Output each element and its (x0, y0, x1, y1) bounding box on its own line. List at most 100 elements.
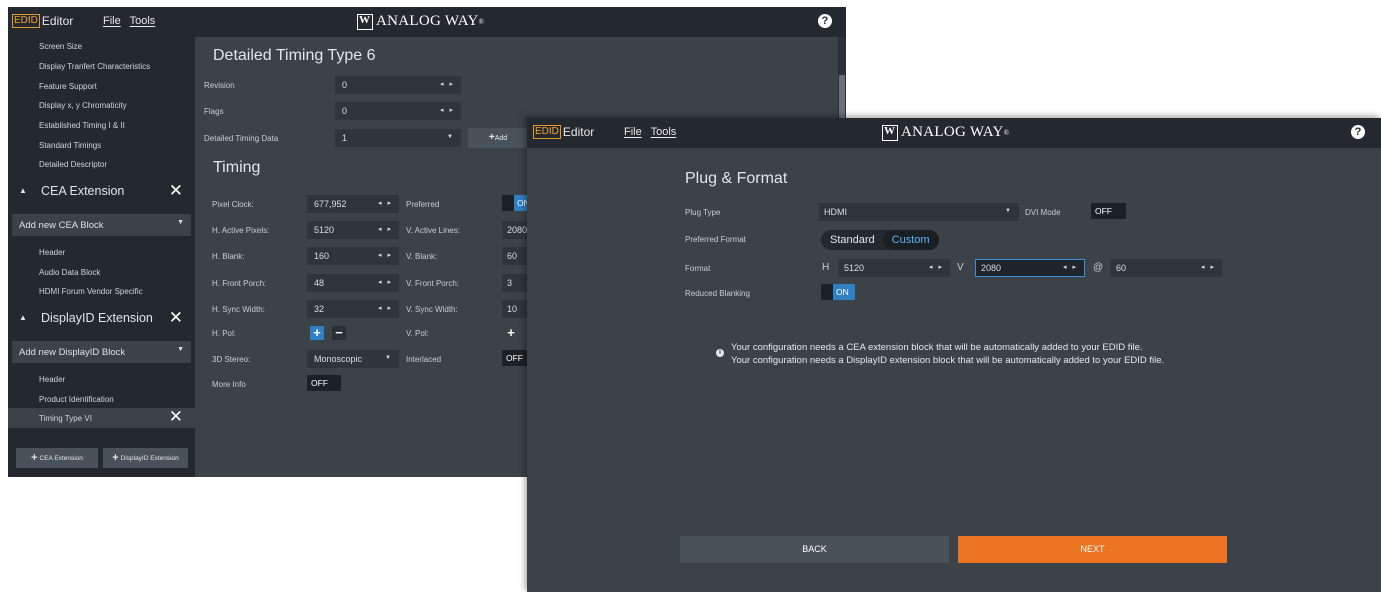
brand-registered: ® (1003, 128, 1010, 137)
pixel-clock-label: Pixel Clock: (212, 200, 254, 209)
refresh-rate-stepper[interactable]: 60 ◂ ▸ (1110, 259, 1222, 277)
flags-value: 0 (342, 106, 348, 116)
plus-icon: + (31, 452, 38, 464)
displayid-extension-section[interactable]: ▲ DisplayID Extension ✕ (8, 307, 195, 331)
stepper-arrows-icon[interactable]: ◂ ▸ (378, 278, 393, 286)
menu-file[interactable]: File (103, 15, 121, 27)
sidebar-item-established-timing[interactable]: Established Timing I & II (39, 121, 125, 130)
h-format-stepper[interactable]: 5120 ◂ ▸ (838, 259, 950, 277)
h-front-porch-value: 48 (314, 278, 325, 288)
add-displayid-block-dropdown[interactable]: Add new DisplayID Block ▼ (12, 341, 191, 363)
sidebar-item-timing-type-vi[interactable]: Timing Type VI ✕ (8, 407, 195, 428)
h-active-pixels-value: 5120 (314, 225, 335, 235)
sidebar-item-audio-data-block[interactable]: Audio Data Block (39, 268, 100, 277)
stepper-arrows-icon[interactable]: ◂ ▸ (440, 106, 455, 114)
v-active-lines-value: 2080 (507, 225, 528, 235)
sidebar-item-detailed-descriptor[interactable]: Detailed Descriptor (39, 160, 107, 169)
add-button-label: Add (494, 135, 508, 142)
stepper-arrows-icon[interactable]: ◂ ▸ (1063, 263, 1078, 271)
plus-icon: + (112, 452, 119, 464)
menu-tools[interactable]: Tools (651, 126, 677, 138)
sidebar-item-feature-support[interactable]: Feature Support (39, 82, 97, 91)
help-icon[interactable]: ? (1351, 125, 1365, 139)
close-icon[interactable]: ✕ (169, 308, 183, 328)
add-displayid-block-label: Add new DisplayID Block (19, 347, 126, 358)
close-icon[interactable]: ✕ (169, 181, 183, 201)
stepper-arrows-icon[interactable]: ◂ ▸ (378, 304, 393, 312)
menu-tools[interactable]: Tools (130, 15, 156, 27)
h-active-pixels-stepper[interactable]: 5120 ◂ ▸ (307, 221, 399, 239)
stepper-arrows-icon[interactable]: ◂ ▸ (440, 80, 455, 88)
back-button[interactable]: BACK (680, 536, 949, 563)
v-pol-plus-button[interactable]: + (504, 326, 518, 340)
page-title: Detailed Timing Type 6 (213, 47, 376, 64)
stepper-arrows-icon[interactable]: ◂ ▸ (378, 251, 393, 259)
sidebar-item-label: Timing Type VI (39, 414, 92, 423)
add-button[interactable]: +Add (468, 128, 528, 148)
pixel-clock-stepper[interactable]: 677,952 ◂ ▸ (307, 195, 399, 213)
h-pol-label: H. Pol: (212, 329, 237, 338)
refresh-rate-value: 60 (1116, 263, 1127, 273)
brand-logo: ANALOG WAY ® (882, 124, 1009, 141)
v-sync-width-value: 10 (507, 304, 518, 314)
preferred-format-segmented[interactable]: Standard Custom (821, 230, 939, 250)
stepper-arrows-icon[interactable]: ◂ ▸ (1201, 263, 1216, 271)
h-letter: H (822, 262, 830, 273)
app-logo: EDID Editor (12, 14, 73, 28)
add-cea-block-dropdown[interactable]: Add new CEA Block ▼ (12, 214, 191, 236)
h-pol-plus-button[interactable]: + (310, 326, 324, 340)
add-displayid-extension-button[interactable]: + DisplayID Extension (103, 448, 188, 468)
add-cea-extension-button[interactable]: + CEA Extension (16, 448, 98, 468)
h-sync-width-stepper[interactable]: 32 ◂ ▸ (307, 300, 399, 318)
next-button[interactable]: NEXT (958, 536, 1227, 563)
sidebar-item-hdmi-forum-vsdb[interactable]: HDMI Forum Vendor Specific (39, 287, 143, 296)
close-icon[interactable]: ✕ (169, 407, 183, 427)
format-standard-option[interactable]: Standard (821, 234, 883, 246)
h-sync-width-label: H. Sync Width: (212, 305, 265, 314)
plug-type-label: Plug Type (685, 208, 721, 217)
h-front-porch-label: H. Front Porch: (212, 279, 267, 288)
stepper-arrows-icon[interactable]: ◂ ▸ (378, 225, 393, 233)
more-info-toggle[interactable]: OFF (307, 375, 341, 391)
title-bar: EDID Editor File Tools ANALOG WAY ® ? (8, 7, 846, 37)
stepper-arrows-icon[interactable]: ◂ ▸ (929, 263, 944, 271)
collapse-icon[interactable]: ▲ (19, 313, 27, 322)
sidebar-item-cea-header[interactable]: Header (39, 248, 65, 257)
h-blank-stepper[interactable]: 160 ◂ ▸ (307, 247, 399, 265)
v-blank-value: 60 (507, 251, 518, 261)
h-format-value: 5120 (844, 263, 865, 273)
sidebar-item-chromaticity[interactable]: Display x, y Chromaticity (39, 101, 127, 110)
v-front-porch-value: 3 (507, 278, 513, 288)
app-name: Editor (562, 125, 595, 139)
preferred-format-label: Preferred Format (685, 235, 746, 244)
chevron-down-icon: ▼ (1005, 208, 1013, 214)
dvi-mode-label: DVI Mode (1025, 208, 1061, 217)
detailed-timing-data-select[interactable]: 1 ▼ (335, 129, 461, 147)
flags-stepper[interactable]: 0 ◂ ▸ (335, 102, 461, 120)
menu-bar: File Tools (103, 15, 161, 27)
v-format-stepper[interactable]: 2080 ◂ ▸ (975, 259, 1085, 277)
cea-extension-section[interactable]: ▲ CEA Extension ✕ (8, 180, 195, 204)
h-pol-minus-button[interactable]: − (332, 326, 346, 340)
stepper-arrows-icon[interactable]: ◂ ▸ (378, 199, 393, 207)
revision-stepper[interactable]: 0 ◂ ▸ (335, 76, 461, 94)
dvi-mode-toggle[interactable]: OFF (1091, 203, 1126, 219)
sidebar-item-product-identification[interactable]: Product Identification (39, 395, 114, 404)
sidebar-item-screen-size[interactable]: Screen Size (39, 42, 82, 51)
collapse-icon[interactable]: ▲ (19, 186, 27, 195)
reduced-blanking-toggle[interactable]: ON (821, 284, 855, 300)
more-info-toggle-state: OFF (311, 378, 328, 388)
sidebar-item-displayid-header[interactable]: Header (39, 375, 65, 384)
format-custom-option[interactable]: Custom (882, 230, 939, 250)
sidebar-item-standard-timings[interactable]: Standard Timings (39, 141, 101, 150)
3d-stereo-select[interactable]: Monoscopic ▼ (307, 350, 399, 368)
pixel-clock-value: 677,952 (314, 199, 347, 209)
plug-type-select[interactable]: HDMI ▼ (819, 203, 1019, 221)
h-front-porch-stepper[interactable]: 48 ◂ ▸ (307, 274, 399, 292)
interlaced-toggle-state: OFF (506, 353, 523, 363)
help-icon[interactable]: ? (818, 14, 832, 28)
sidebar-item-display-transfer[interactable]: Display Tranfert Characteristics (39, 62, 150, 71)
menu-file[interactable]: File (624, 126, 642, 138)
chevron-down-icon: ▼ (177, 346, 184, 353)
3d-stereo-label: 3D Stereo: (212, 355, 251, 364)
